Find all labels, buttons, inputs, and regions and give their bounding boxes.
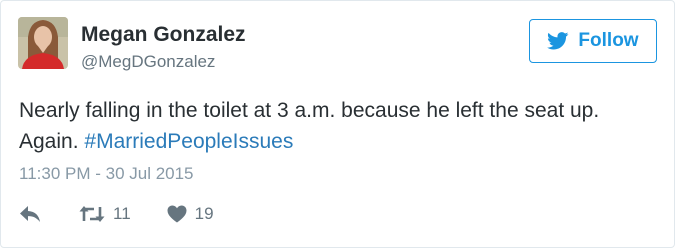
tweet-card: Megan Gonzalez @MegDGonzalez Follow Near… [0,0,675,248]
tweet-text-line-2: Again. #MarriedPeopleIssues [19,126,669,157]
avatar-image [18,17,68,69]
retweet-icon [79,206,105,222]
reply-button[interactable] [19,205,41,223]
reply-icon [20,206,40,222]
heart-icon [167,205,187,223]
twitter-bird-icon [547,32,569,50]
tweet-text-line-1: Nearly falling in the toilet at 3 a.m. b… [19,99,600,122]
follow-button-label: Follow [578,30,639,51]
tweet-text: Nearly falling in the toilet at 3 a.m. b… [19,95,669,157]
tweet-timestamp[interactable]: 11:30 PM - 30 Jul 2015 [19,164,194,184]
like-button[interactable]: 19 [167,204,214,224]
retweet-count: 11 [113,204,131,223]
follow-button[interactable]: Follow [529,19,657,63]
tweet-text-again: Again. [19,130,85,153]
like-count: 19 [194,204,214,223]
user-handle[interactable]: @MegDGonzalez [81,52,215,72]
avatar[interactable] [18,17,68,69]
display-name[interactable]: Megan Gonzalez [81,23,246,47]
retweet-button[interactable]: 11 [79,204,131,224]
tweet-actions: 11 19 [19,202,214,226]
hashtag-link[interactable]: #MarriedPeopleIssues [84,130,293,153]
